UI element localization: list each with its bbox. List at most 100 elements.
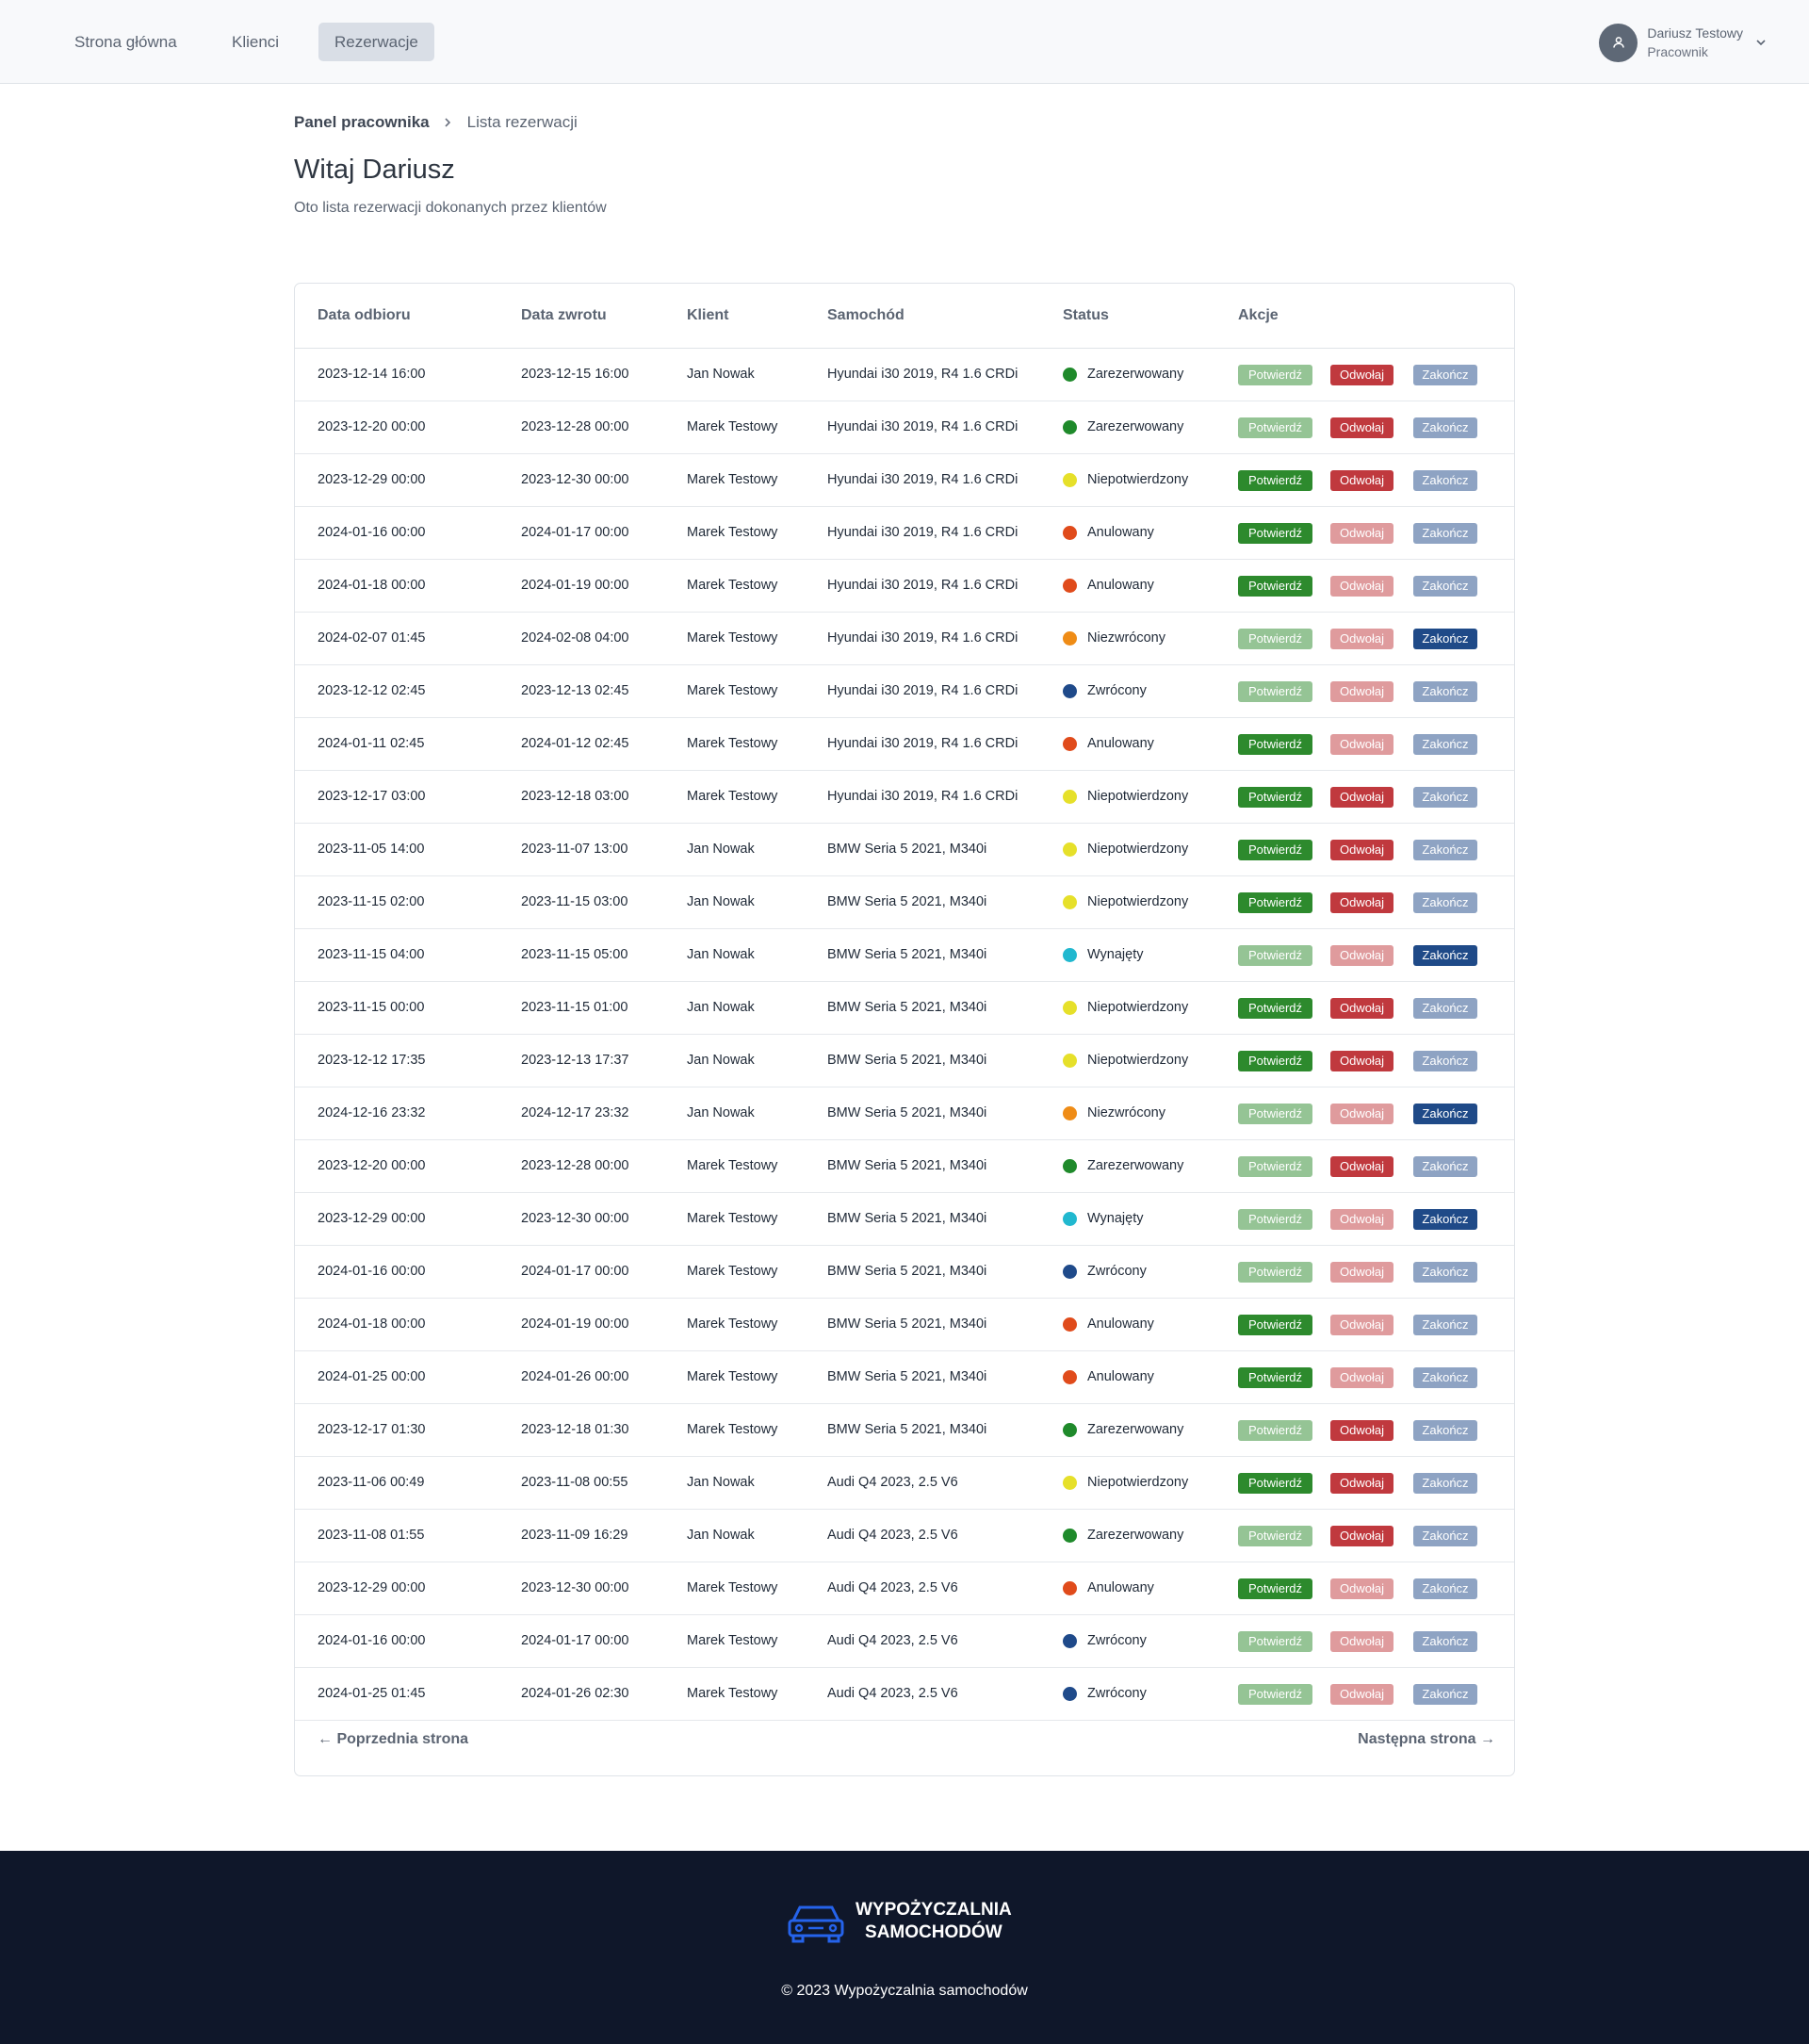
status-label: Niepotwierdzony [1087, 1053, 1189, 1068]
confirm-button[interactable]: Potwierdź [1238, 1209, 1312, 1230]
cancel-button[interactable]: Odwołaj [1330, 1684, 1393, 1705]
confirm-button[interactable]: Potwierdź [1238, 523, 1312, 544]
cancel-button[interactable]: Odwołaj [1330, 1420, 1393, 1441]
nav-link-reservations[interactable]: Rezerwacje [318, 23, 434, 61]
nav-link-clients[interactable]: Klienci [216, 23, 295, 61]
finish-button[interactable]: Zakończ [1413, 523, 1477, 544]
confirm-button[interactable]: Potwierdź [1238, 629, 1312, 649]
finish-button[interactable]: Zakończ [1413, 417, 1477, 438]
finish-button[interactable]: Zakończ [1413, 1262, 1477, 1283]
cancel-button[interactable]: Odwołaj [1330, 523, 1393, 544]
confirm-button[interactable]: Potwierdź [1238, 998, 1312, 1019]
confirm-button[interactable]: Potwierdź [1238, 681, 1312, 702]
finish-button[interactable]: Zakończ [1413, 787, 1477, 808]
cancel-button[interactable]: Odwołaj [1330, 787, 1393, 808]
cancel-button[interactable]: Odwołaj [1330, 945, 1393, 966]
confirm-button[interactable]: Potwierdź [1238, 1051, 1312, 1071]
finish-button[interactable]: Zakończ [1413, 734, 1477, 755]
table-row: 2023-12-17 01:30 2023-12-18 01:30 Marek Te… [295, 1404, 1514, 1457]
cancel-button[interactable]: Odwołaj [1330, 1156, 1393, 1177]
cancel-button[interactable]: Odwołaj [1330, 417, 1393, 438]
finish-button[interactable]: Zakończ [1413, 998, 1477, 1019]
finish-button[interactable]: Zakończ [1413, 1367, 1477, 1388]
confirm-button[interactable]: Potwierdź [1238, 840, 1312, 860]
cell-return-date: 2023-11-09 16:29 [521, 1528, 628, 1543]
confirm-button[interactable]: Potwierdź [1238, 787, 1312, 808]
status-label: Niepotwierdzony [1087, 842, 1189, 857]
finish-button[interactable]: Zakończ [1413, 1526, 1477, 1546]
confirm-button[interactable]: Potwierdź [1238, 1684, 1312, 1705]
finish-button[interactable]: Zakończ [1413, 892, 1477, 913]
finish-button[interactable]: Zakończ [1413, 1631, 1477, 1652]
cancel-button[interactable]: Odwołaj [1330, 1209, 1393, 1230]
finish-button[interactable]: Zakończ [1413, 1684, 1477, 1705]
cell-return-date: 2023-12-30 00:00 [521, 1211, 629, 1226]
cancel-button[interactable]: Odwołaj [1330, 1315, 1393, 1335]
cancel-button[interactable]: Odwołaj [1330, 365, 1393, 385]
finish-button[interactable]: Zakończ [1413, 576, 1477, 597]
confirm-button[interactable]: Potwierdź [1238, 1420, 1312, 1441]
confirm-button[interactable]: Potwierdź [1238, 576, 1312, 597]
cancel-button[interactable]: Odwołaj [1330, 629, 1393, 649]
confirm-button[interactable]: Potwierdź [1238, 417, 1312, 438]
cancel-button[interactable]: Odwołaj [1330, 1367, 1393, 1388]
confirm-button[interactable]: Potwierdź [1238, 1473, 1312, 1494]
user-menu[interactable]: Dariusz Testowy Pracownik [1599, 23, 1768, 62]
breadcrumb-home[interactable]: Panel pracownika [294, 113, 430, 132]
confirm-button[interactable]: Potwierdź [1238, 470, 1312, 491]
finish-button[interactable]: Zakończ [1413, 1051, 1477, 1071]
confirm-button[interactable]: Potwierdź [1238, 1104, 1312, 1124]
finish-button[interactable]: Zakończ [1413, 681, 1477, 702]
cancel-button[interactable]: Odwołaj [1330, 1526, 1393, 1546]
finish-button[interactable]: Zakończ [1413, 1209, 1477, 1230]
confirm-button[interactable]: Potwierdź [1238, 1526, 1312, 1546]
next-page-link[interactable]: Następna strona → [1358, 1731, 1495, 1748]
finish-button[interactable]: Zakończ [1413, 1156, 1477, 1177]
cancel-button[interactable]: Odwołaj [1330, 1262, 1393, 1283]
cancel-button[interactable]: Odwołaj [1330, 576, 1393, 597]
finish-button[interactable]: Zakończ [1413, 1420, 1477, 1441]
finish-button[interactable]: Zakończ [1413, 629, 1477, 649]
finish-button[interactable]: Zakończ [1413, 470, 1477, 491]
confirm-button[interactable]: Potwierdź [1238, 1262, 1312, 1283]
finish-button[interactable]: Zakończ [1413, 1104, 1477, 1124]
cancel-button[interactable]: Odwołaj [1330, 840, 1393, 860]
finish-button[interactable]: Zakończ [1413, 840, 1477, 860]
nav-link-home[interactable]: Strona główna [58, 23, 193, 61]
cancel-button[interactable]: Odwołaj [1330, 1578, 1393, 1599]
cell-client: Marek Testowy [687, 1580, 778, 1595]
confirm-button[interactable]: Potwierdź [1238, 1315, 1312, 1335]
finish-button[interactable]: Zakończ [1413, 945, 1477, 966]
confirm-button[interactable]: Potwierdź [1238, 365, 1312, 385]
cancel-button[interactable]: Odwołaj [1330, 998, 1393, 1019]
confirm-button[interactable]: Potwierdź [1238, 734, 1312, 755]
cell-car: BMW Seria 5 2021, M340i [827, 1316, 987, 1332]
status-label: Anulowany [1087, 1316, 1154, 1332]
footer-logo[interactable]: WYPOŻYCZALNIA SAMOCHODÓW [786, 1898, 1012, 1945]
confirm-button[interactable]: Potwierdź [1238, 945, 1312, 966]
confirm-button[interactable]: Potwierdź [1238, 1367, 1312, 1388]
prev-page-link[interactable]: ← Poprzednia strona [318, 1731, 468, 1748]
cancel-button[interactable]: Odwołaj [1330, 1631, 1393, 1652]
finish-button[interactable]: Zakończ [1413, 365, 1477, 385]
cancel-button[interactable]: Odwołaj [1330, 1473, 1393, 1494]
confirm-button[interactable]: Potwierdź [1238, 1631, 1312, 1652]
table-row: 2024-02-07 01:45 2024-02-08 04:00 Marek Te… [295, 613, 1514, 665]
cell-pickup-date: 2023-11-06 00:49 [318, 1475, 425, 1490]
cell-return-date: 2023-11-08 00:55 [521, 1475, 628, 1490]
confirm-button[interactable]: Potwierdź [1238, 1156, 1312, 1177]
finish-button[interactable]: Zakończ [1413, 1578, 1477, 1599]
finish-button[interactable]: Zakończ [1413, 1315, 1477, 1335]
confirm-button[interactable]: Potwierdź [1238, 892, 1312, 913]
confirm-button[interactable]: Potwierdź [1238, 1578, 1312, 1599]
cancel-button[interactable]: Odwołaj [1330, 470, 1393, 491]
cancel-button[interactable]: Odwołaj [1330, 1104, 1393, 1124]
cancel-button[interactable]: Odwołaj [1330, 892, 1393, 913]
cancel-button[interactable]: Odwołaj [1330, 734, 1393, 755]
cell-status: Niepotwierdzony [1063, 824, 1188, 875]
status-dot-icon [1063, 1476, 1077, 1490]
cancel-button[interactable]: Odwołaj [1330, 681, 1393, 702]
cancel-button[interactable]: Odwołaj [1330, 1051, 1393, 1071]
chevron-down-icon[interactable] [1754, 36, 1768, 49]
finish-button[interactable]: Zakończ [1413, 1473, 1477, 1494]
